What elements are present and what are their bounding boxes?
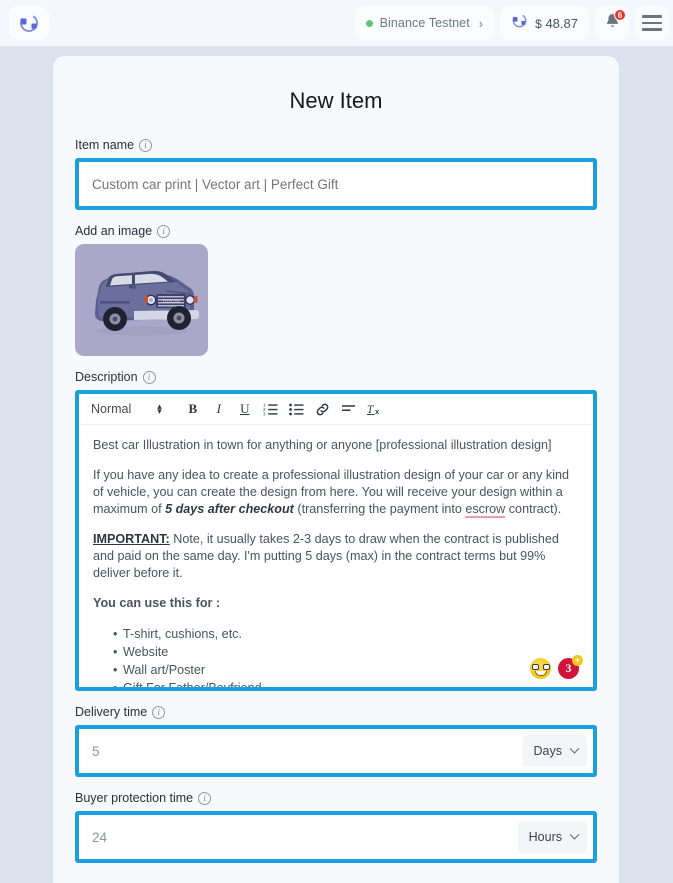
- item-name-label-row: Item name i: [75, 138, 597, 152]
- description-important-label: IMPORTANT:: [93, 532, 170, 546]
- network-selector[interactable]: Binance Testnet ›: [354, 6, 495, 40]
- car-illustration-icon: TOYOTA: [94, 270, 199, 336]
- network-label: Binance Testnet: [379, 16, 470, 30]
- list-item: Website: [113, 643, 579, 661]
- page-title: New Item: [289, 88, 383, 113]
- bullet-list-button[interactable]: [284, 397, 310, 421]
- top-bar-right-group: Binance Testnet › $ 48.87 6: [354, 6, 669, 40]
- item-name-input-highlight: [75, 158, 597, 210]
- delivery-time-unit-label: Days: [533, 744, 562, 758]
- format-dropdown-label: Normal: [91, 402, 132, 416]
- new-item-form-card: New Item Item name i Add an image i: [53, 56, 619, 883]
- info-icon[interactable]: i: [139, 138, 153, 152]
- bullet-list-icon: [289, 403, 304, 415]
- description-label: Description: [75, 370, 138, 384]
- clear-format-icon: T x: [366, 404, 380, 416]
- list-item: T-shirt, cushions, etc.: [113, 625, 579, 643]
- buyer-protection-input[interactable]: [79, 815, 518, 859]
- info-icon[interactable]: i: [198, 791, 212, 805]
- description-paragraph-3: IMPORTANT: Note, it usually takes 2-3 da…: [93, 531, 579, 582]
- delivery-time-highlight: Days: [75, 725, 597, 777]
- chevron-down-icon: [569, 829, 580, 840]
- add-reaction-plus-icon[interactable]: +: [572, 655, 583, 666]
- svg-text:TOYOTA: TOYOTA: [161, 299, 179, 304]
- buyer-protection-row: Hours: [79, 815, 593, 859]
- item-image-thumbnail[interactable]: TOYOTA: [75, 244, 208, 356]
- add-image-label: Add an image: [75, 224, 153, 238]
- description-p2c-text: (transferring the payment into: [293, 502, 466, 516]
- info-icon[interactable]: i: [157, 224, 171, 238]
- delivery-time-input[interactable]: [79, 729, 523, 773]
- delivery-time-label: Delivery time: [75, 705, 148, 719]
- align-button[interactable]: [336, 397, 362, 421]
- buyer-protection-unit-select[interactable]: Hours: [517, 821, 587, 853]
- delivery-time-row: Days: [79, 729, 593, 773]
- info-icon[interactable]: i: [152, 705, 166, 719]
- reaction-count-badge[interactable]: 3 +: [558, 655, 583, 679]
- editor-toolbar: Normal ▴ ▾ B I U 123 T x: [79, 394, 593, 425]
- bold-button[interactable]: B: [180, 397, 206, 421]
- list-item: Wall art/Poster: [113, 661, 579, 679]
- buyer-protection-label: Buyer protection time: [75, 791, 194, 805]
- orbit-ring-logo-icon: [18, 12, 40, 34]
- add-image-label-row: Add an image i: [75, 224, 597, 238]
- delivery-time-unit-select[interactable]: Days: [522, 735, 587, 767]
- info-icon[interactable]: i: [142, 370, 156, 384]
- list-item: Gift For Father/Boyfriend: [113, 679, 579, 687]
- balance-currency-symbol: $: [535, 16, 542, 31]
- balance-display[interactable]: $ 48.87: [500, 6, 589, 40]
- delivery-time-label-row: Delivery time i: [75, 705, 597, 719]
- notification-count-badge: 6: [614, 9, 626, 21]
- app-logo-button[interactable]: [9, 6, 49, 40]
- buyer-protection-highlight: Hours: [75, 811, 597, 863]
- italic-button[interactable]: I: [206, 397, 232, 421]
- ordered-list-icon: 123: [263, 403, 278, 416]
- reaction-count-value: 3: [565, 661, 572, 675]
- description-escrow-term: escrow: [465, 502, 506, 518]
- description-uses-list: T-shirt, cushions, etc. Website Wall art…: [93, 625, 579, 687]
- item-name-label: Item name: [75, 138, 135, 152]
- buyer-protection-unit-label: Hours: [528, 830, 562, 844]
- link-button[interactable]: [310, 397, 336, 421]
- description-p1-text: Best car Illustration in town for anythi…: [93, 438, 552, 452]
- hamburger-menu-button[interactable]: [635, 6, 669, 40]
- description-editor-highlight: Normal ▴ ▾ B I U 123 T x Best car Illust…: [75, 390, 597, 691]
- balance-token-icon: [511, 12, 528, 34]
- item-name-input[interactable]: [79, 162, 593, 206]
- description-paragraph-2: If you have any idea to create a profess…: [93, 467, 579, 518]
- hamburger-menu-icon: [642, 15, 662, 31]
- description-p2-bold-italic: 5 days after checkout: [165, 502, 294, 516]
- chevron-down-icon: [569, 743, 580, 754]
- description-editor-body[interactable]: Best car Illustration in town for anythi…: [79, 425, 593, 687]
- chevron-updown-icon: ▴ ▾: [157, 401, 162, 416]
- balance-amount: $ 48.87: [535, 16, 578, 31]
- description-uses-heading: You can use this for :: [93, 596, 221, 610]
- network-status-dot: [365, 19, 373, 27]
- nerd-face-emoji-icon: [530, 658, 551, 679]
- clear-format-button[interactable]: T x: [362, 397, 388, 421]
- align-icon: [342, 405, 356, 411]
- description-p2d-text: contract).: [505, 502, 562, 516]
- svg-text:x: x: [375, 407, 380, 416]
- underline-button[interactable]: U: [232, 397, 258, 421]
- balance-value: 48.87: [545, 15, 578, 31]
- format-dropdown[interactable]: Normal ▴ ▾: [91, 402, 162, 416]
- ordered-list-button[interactable]: 123: [258, 397, 284, 421]
- svg-text:T: T: [367, 404, 374, 416]
- buyer-protection-label-row: Buyer protection time i: [75, 791, 597, 805]
- top-bar: Binance Testnet › $ 48.87 6: [0, 0, 673, 46]
- description-label-row: Description i: [75, 370, 597, 384]
- chevron-right-icon: ›: [478, 15, 484, 31]
- reaction-group[interactable]: 3 +: [530, 655, 583, 679]
- link-icon: [316, 403, 329, 415]
- description-paragraph-1: Best car Illustration in town for anythi…: [93, 437, 579, 454]
- notifications-button[interactable]: 6: [595, 6, 629, 40]
- svg-text:3: 3: [263, 411, 266, 416]
